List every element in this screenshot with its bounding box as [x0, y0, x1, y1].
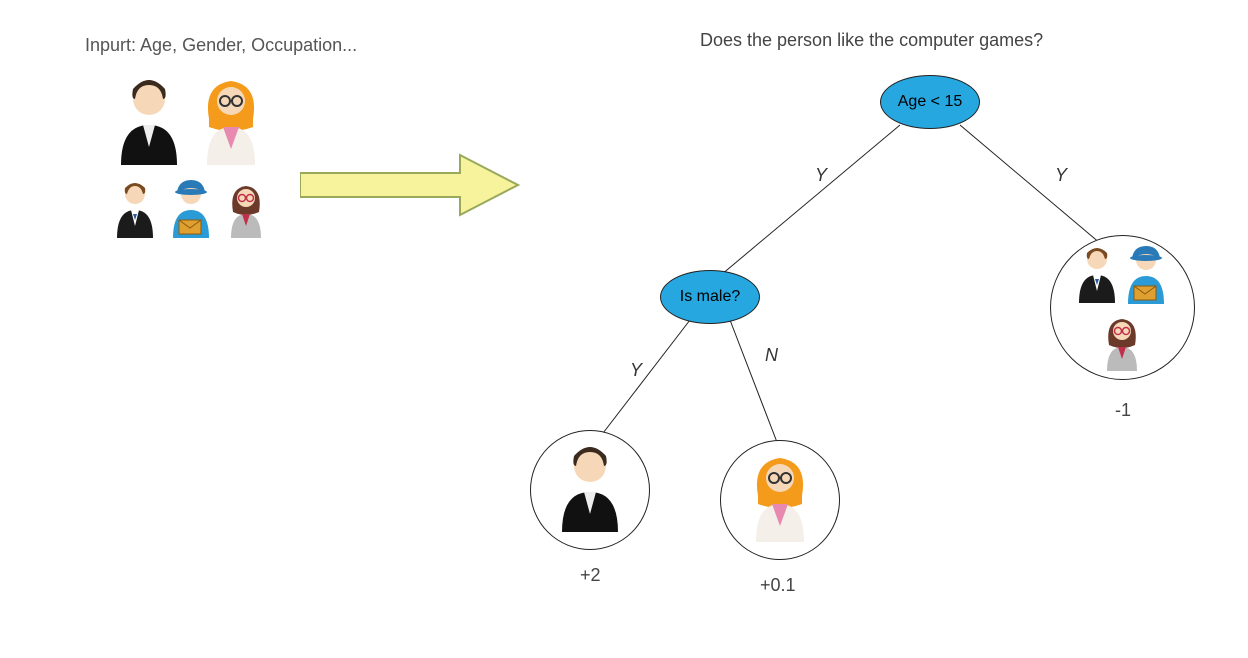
female-brown-glasses-icon: [225, 182, 267, 243]
flow-arrow-icon: [300, 145, 520, 230]
input-label: Inpurt: Age, Gender, Occupation...: [85, 35, 357, 56]
edge-root-left: Y: [815, 165, 827, 186]
male-blue-hat-envelope-icon: [1122, 244, 1170, 309]
female-orange-glasses-icon: [195, 75, 267, 170]
node-is-male: Is male?: [660, 270, 760, 324]
input-people-group: [90, 75, 290, 243]
male-dark-jacket-icon: [554, 442, 626, 537]
female-orange-glasses-icon: [744, 452, 816, 547]
leaf-others: [1050, 235, 1195, 380]
node-age: Age < 15: [880, 75, 980, 129]
leaf-female: [720, 440, 840, 560]
question-title: Does the person like the computer games?: [700, 30, 1043, 51]
leaf-others-score: -1: [1115, 400, 1131, 421]
female-brown-glasses-icon: [1057, 315, 1189, 371]
node-age-label: Age < 15: [898, 93, 963, 111]
edge-root-right: Y: [1055, 165, 1067, 186]
leaf-male: [530, 430, 650, 550]
male-suit-icon: [1075, 245, 1119, 308]
leaf-male-score: +2: [580, 565, 601, 586]
male-blue-hat-envelope-icon: [167, 178, 215, 243]
male-suit-icon: [113, 180, 157, 243]
leaf-female-score: +0.1: [760, 575, 796, 596]
male-dark-jacket-icon: [113, 75, 185, 170]
edge-ismale-right: N: [765, 345, 778, 366]
node-is-male-label: Is male?: [680, 288, 740, 306]
edge-ismale-left: Y: [630, 360, 642, 381]
